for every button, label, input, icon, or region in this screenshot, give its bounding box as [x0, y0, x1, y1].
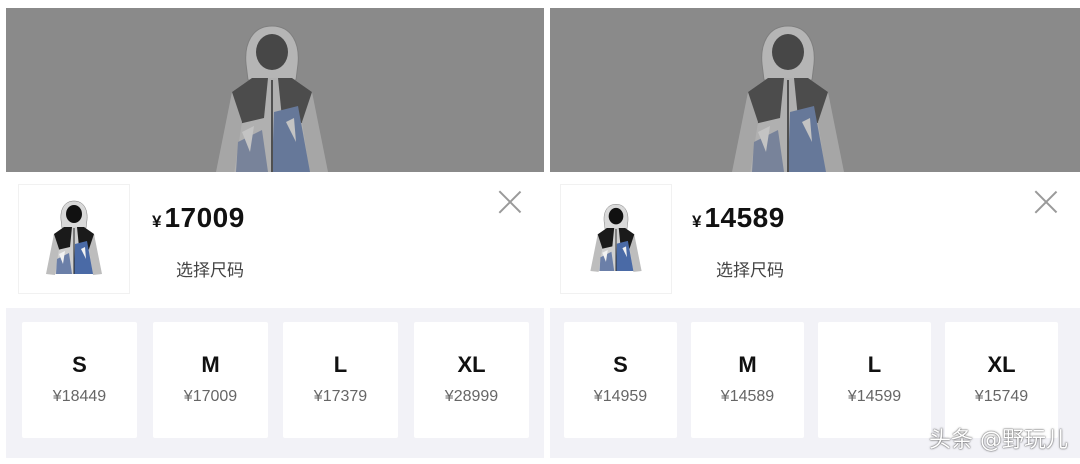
size-option-s[interactable]: S ¥18449 [22, 322, 137, 438]
size-option-l[interactable]: L ¥14599 [818, 322, 931, 438]
product-thumbnail [560, 184, 672, 294]
size-option-m[interactable]: M ¥14589 [691, 322, 804, 438]
product-panel-2: ¥ 14589 选择尺码 S ¥14959 M ¥14589 L ¥14599 … [550, 0, 1080, 464]
size-option-m[interactable]: M ¥17009 [153, 322, 268, 438]
price-value: 17009 [164, 202, 245, 233]
jacket-thumbnail-image [45, 200, 103, 276]
select-size-label: 选择尺码 [716, 261, 784, 280]
product-panel-1: ¥ 17009 选择尺码 S ¥18449 M ¥17009 L ¥17379 … [6, 0, 544, 464]
size-options: S ¥18449 M ¥17009 L ¥17379 XL ¥28999 [6, 308, 544, 458]
select-size-label: 选择尺码 [176, 261, 244, 280]
jacket-thumbnail-image [589, 203, 643, 273]
size-price: ¥14599 [847, 388, 902, 405]
jacket-image [731, 25, 845, 172]
size-label: L [333, 352, 348, 377]
currency-symbol: ¥ [692, 212, 702, 231]
size-price: ¥14959 [593, 388, 648, 405]
backdrop-image [550, 8, 1080, 172]
size-price: ¥28999 [444, 388, 499, 405]
size-label: S [72, 352, 87, 377]
size-label: M [738, 352, 757, 377]
size-option-xl[interactable]: XL ¥15749 [945, 322, 1058, 438]
size-label: M [201, 352, 220, 377]
size-price: ¥18449 [52, 388, 107, 405]
size-price: ¥15749 [974, 388, 1029, 405]
currency-symbol: ¥ [152, 212, 162, 231]
size-option-xl[interactable]: XL ¥28999 [414, 322, 529, 438]
watermark: 头条 @野玩儿 [929, 428, 1068, 453]
jacket-image [215, 25, 329, 172]
size-label: XL [987, 352, 1016, 377]
product-thumbnail [18, 184, 130, 294]
price-value: 14589 [704, 202, 785, 233]
size-selector-sheet: ¥ 14589 选择尺码 S ¥14959 M ¥14589 L ¥14599 … [550, 172, 1080, 464]
size-price: ¥17009 [183, 388, 238, 405]
size-label: XL [457, 352, 486, 377]
close-icon[interactable] [1034, 190, 1058, 214]
price-display: ¥ 14589 [692, 202, 785, 234]
size-label: S [613, 352, 628, 377]
backdrop-image [6, 8, 544, 172]
size-price: ¥17379 [313, 388, 368, 405]
size-price: ¥14589 [720, 388, 775, 405]
size-option-s[interactable]: S ¥14959 [564, 322, 677, 438]
close-icon[interactable] [498, 190, 522, 214]
size-option-l[interactable]: L ¥17379 [283, 322, 398, 438]
size-label: L [867, 352, 882, 377]
size-selector-sheet: ¥ 17009 选择尺码 S ¥18449 M ¥17009 L ¥17379 … [6, 172, 544, 464]
price-display: ¥ 17009 [152, 202, 245, 234]
